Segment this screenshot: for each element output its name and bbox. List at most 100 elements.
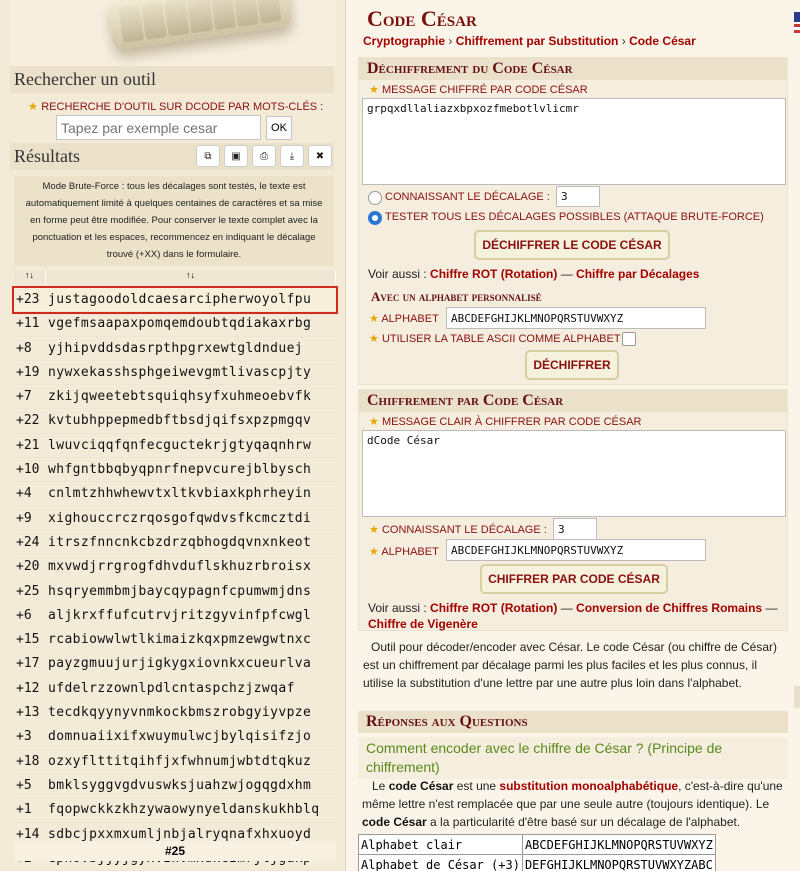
table-row[interactable]: +1 fqopwckkzkhzywaowynyeldanskukhblq xyxy=(14,798,336,823)
row-text: xighouccrczrqosgofqwdvsfkcmcztdi xyxy=(48,510,312,526)
table-row[interactable]: +3 domnuaiixifxwuymulwcjbylqisifzjo xyxy=(14,725,336,750)
sort-text-icon[interactable]: ↑↓ xyxy=(46,270,336,284)
table-row[interactable]: +22 kvtubhppepmedbftbsdjqifsxpzpmgqv xyxy=(14,409,336,434)
link-monoalphabetic[interactable]: substitution monoalphabétique xyxy=(499,779,678,793)
decrypt-alphabet-input[interactable] xyxy=(446,307,706,329)
row-shift: +17 xyxy=(16,656,40,672)
row-text: zkijqweetebtsquiqhsyfxuhmeoebvfk xyxy=(48,389,312,405)
encrypt-message-label: ★ MESSAGE CLAIR À CHIFFRER PAR CODE CÉSA… xyxy=(369,416,642,428)
close-icon[interactable]: ✖ xyxy=(308,145,332,167)
table-row[interactable]: +6 aljkrxffufcutrvjritzgyvinfpfcwgl xyxy=(14,604,336,629)
link-shift-cipher[interactable]: Chiffre par Décalages xyxy=(576,267,699,281)
dcode-logo[interactable] xyxy=(10,0,336,66)
table-row[interactable]: +21 lwuvciqqfqnfecguctekrjgtyqaqnhrw xyxy=(14,434,336,459)
row-text: hsqryemmbmjbaycqypagnfcpumwmjdns xyxy=(48,583,312,599)
table-row[interactable]: +4 cnlmtzhhwhewvtxltkvbiaxkphrheyin xyxy=(14,482,336,507)
table-row[interactable]: +23 justagoodoldcaesarcipherwoyolfpu xyxy=(12,285,338,315)
download-icon[interactable]: ⤓ xyxy=(280,145,304,167)
encrypt-alphabet-input[interactable] xyxy=(446,539,706,561)
tool-description: Outil pour décoder/encoder avec César. L… xyxy=(363,640,777,690)
decrypt-panel: Déchiffrement du Code César ★ MESSAGE CH… xyxy=(358,57,788,385)
cryptex-image xyxy=(107,0,293,51)
breadcrumb-item[interactable]: Cryptographie xyxy=(363,34,445,48)
star-icon: ★ xyxy=(369,313,379,325)
sort-shift-icon[interactable]: ↑↓ xyxy=(14,270,46,284)
encrypt-panel: Chiffrement par Code César ★ MESSAGE CLA… xyxy=(358,389,788,631)
row-text: nywxekasshsphgeiwevgmtlivascpjty xyxy=(48,364,312,380)
encrypt-message-textarea[interactable]: dCode César xyxy=(362,430,786,517)
table-row[interactable]: +20 mxvwdjrrgrogfdhvduflskhuzrbroisx xyxy=(14,555,336,580)
print-icon[interactable]: ⎙ xyxy=(252,145,276,167)
table-row[interactable]: +9 xighouccrczrqosgofqwdvsfkcmcztdi xyxy=(14,507,336,531)
table-row[interactable]: +8 yjhipvddsdasrpthpgrxewtgldnduej xyxy=(14,337,336,361)
scrollbar[interactable] xyxy=(794,686,800,708)
table-row[interactable]: +17 payzgmuujurjigkygxiovnkxcueurlva xyxy=(14,652,336,677)
decrypt-alphabet-button[interactable]: DÉCHIFFRER xyxy=(525,350,619,380)
decrypt-button[interactable]: DÉCHIFFRER LE CODE CÉSAR xyxy=(474,230,670,260)
table-row[interactable]: +15 rcabiowwlwtlkimaizkqxpmzewgwtnxc xyxy=(14,628,336,653)
table-row[interactable]: +13 tecdkqyynyvnmkockbmszrobgyiyvpze xyxy=(14,701,336,726)
faq-question[interactable]: Comment encoder avec le chiffre de César… xyxy=(358,737,788,779)
table-row: Alphabet de César (+3) DEFGHIJKLMNOPQRST… xyxy=(358,854,716,871)
decrypt-alphabet-label: ★ ALPHABET xyxy=(369,313,439,325)
table-row[interactable]: +24 itrszfnncnkcbzdrzqbhogdqvnxnkeot xyxy=(14,531,336,556)
star-icon: ★ xyxy=(369,546,379,558)
faq-heading: Réponses aux Questions xyxy=(358,711,788,733)
brute-force-label: TESTER TOUS LES DÉCALAGES POSSIBLES (ATT… xyxy=(385,211,764,223)
star-icon: ★ xyxy=(28,101,38,113)
ascii-checkbox[interactable] xyxy=(622,332,636,346)
table-row[interactable]: +25 hsqryemmbmjbaycqypagnfcpumwmjdns xyxy=(14,580,336,604)
table-cell: Alphabet clair xyxy=(358,834,523,855)
row-text: whfgntbbqbyqpnrfnepvcurejblbysch xyxy=(48,462,312,478)
encrypt-shift-input[interactable] xyxy=(553,518,597,540)
encrypt-button[interactable]: CHIFFRER PAR CODE CÉSAR xyxy=(480,564,668,594)
row-text: cnlmtzhhwhewvtxltkvbiaxkphrheyin xyxy=(48,486,312,502)
table-row[interactable]: +11 vgefmsaapaxpomqemdoubtqdiakaxrbg xyxy=(14,312,336,337)
table-row[interactable]: +18 ozxyflttitqihfjxfwhnumjwbtdtqkuz xyxy=(14,750,336,774)
main-content: Code César Cryptographie › Chiffrement p… xyxy=(346,0,800,871)
known-shift-label: CONNAISSANT LE DÉCALAGE : xyxy=(385,191,550,203)
link-rot[interactable]: Chiffre ROT (Rotation) xyxy=(430,601,557,615)
row-text: ufdelrzzownlpdlcntaspchzjzwqaf xyxy=(48,680,295,696)
link-roman-numerals[interactable]: Conversion de Chiffres Romains xyxy=(576,601,762,615)
row-text: bmklsyggvgdvuswksjuahzwjogqgdxhm xyxy=(48,777,312,793)
copy-icon[interactable]: ⧉ xyxy=(196,145,220,167)
row-text: rcabiowwlwtlkimaizkqxpmzewgwtnxc xyxy=(48,632,312,648)
table-row[interactable]: +5 bmklsyggvgdvuswksjuahzwjogqgdxhm xyxy=(14,774,336,799)
us-flag-icon[interactable] xyxy=(794,12,800,34)
search-input[interactable] xyxy=(56,115,261,140)
row-text: vgefmsaapaxpomqemdoubtqdiakaxrbg xyxy=(48,316,312,332)
row-shift: +9 xyxy=(16,510,32,526)
breadcrumb: Cryptographie › Chiffrement par Substitu… xyxy=(363,34,696,48)
left-sidebar: Rechercher un outil ★ RECHERCHE D'OUTIL … xyxy=(0,0,346,871)
breadcrumb-item[interactable]: Chiffrement par Substitution xyxy=(456,34,619,48)
table-row[interactable]: +10 whfgntbbqbyqpnrfnepvcurejblbysch xyxy=(14,458,336,483)
table-row[interactable]: +7 zkijqweetebtsquiqhsyfxuhmeoebvfk xyxy=(14,385,336,410)
table-row[interactable]: +12 ufdelrzzownlpdlcntaspchzjzwqaf xyxy=(14,677,336,702)
link-rot[interactable]: Chiffre ROT (Rotation) xyxy=(430,267,557,281)
results-toolbar: ⧉ ▣ ⎙ ⤓ ✖ xyxy=(196,145,332,167)
decrypt-shift-input[interactable] xyxy=(556,186,600,207)
link-vigenere[interactable]: Chiffre de Vigenère xyxy=(368,617,478,631)
known-shift-radio[interactable] xyxy=(368,191,382,205)
row-shift: +13 xyxy=(16,705,40,721)
save-icon[interactable]: ▣ xyxy=(224,145,248,167)
table-cell: Alphabet de César (+3) xyxy=(358,854,523,871)
row-shift: +20 xyxy=(16,559,40,575)
row-shift: +21 xyxy=(16,437,40,453)
brute-force-note: Mode Brute-Force : tous les décalages so… xyxy=(14,176,334,266)
row-shift: +10 xyxy=(16,462,40,478)
results-count: #25 xyxy=(14,841,336,861)
table-row[interactable]: +19 nywxekasshsphgeiwevgmtlivascpjty xyxy=(14,361,336,386)
star-icon: ★ xyxy=(369,333,379,345)
decrypt-message-textarea[interactable]: grpqxdllaliazxbpxozfmebotlvlicmr xyxy=(362,98,786,185)
search-ok-button[interactable]: OK xyxy=(266,116,292,140)
row-text: payzgmuujurjigkygxiovnkxcueurlva xyxy=(48,656,312,672)
brute-force-radio[interactable] xyxy=(368,211,382,225)
row-text: tecdkqyynyvnmkockbmszrobgyiyvpze xyxy=(48,705,312,721)
row-shift: +25 xyxy=(16,583,40,599)
breadcrumb-item[interactable]: Code César xyxy=(629,34,696,48)
decrypt-title: Déchiffrement du Code César xyxy=(359,58,787,80)
star-icon: ★ xyxy=(369,84,379,96)
search-keywords-label: ★ RECHERCHE D'OUTIL SUR DCODE PAR MOTS-C… xyxy=(28,101,324,113)
